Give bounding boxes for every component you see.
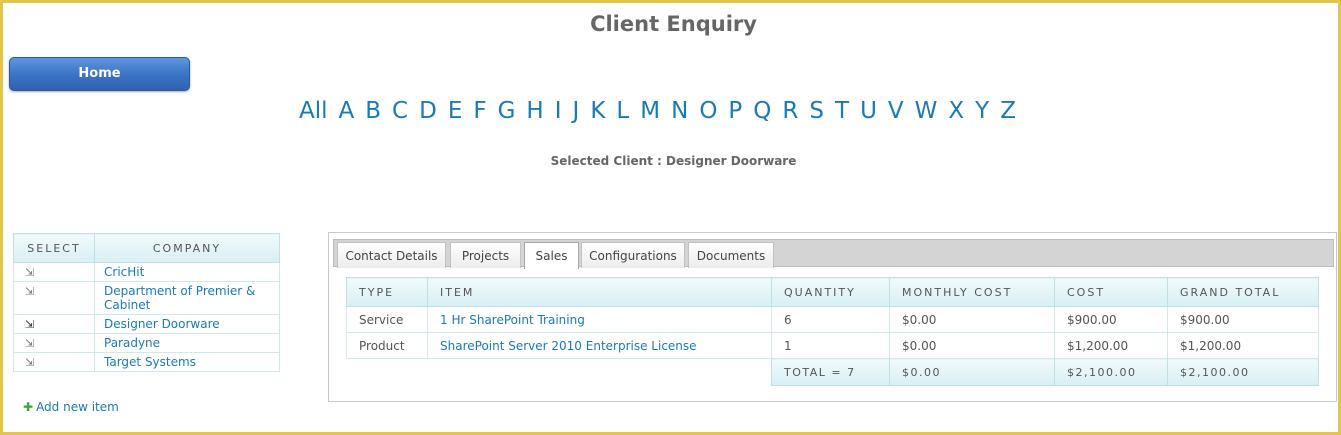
type-cell: Service bbox=[346, 306, 428, 333]
details-panel: Contact Details Projects Sales Configura… bbox=[328, 232, 1337, 402]
select-arrow-icon[interactable]: ⇲ bbox=[25, 318, 34, 331]
column-header-company: COMPANY bbox=[94, 233, 280, 263]
column-header-type: TYPE bbox=[346, 277, 428, 307]
select-cell[interactable]: ⇲ bbox=[13, 333, 95, 353]
select-cell[interactable]: ⇲ bbox=[13, 352, 95, 372]
client-table: SELECT COMPANY ⇲ CricHit ⇲ Department of… bbox=[13, 233, 280, 372]
company-link[interactable]: CricHit bbox=[94, 262, 280, 282]
alpha-filter-f[interactable]: F bbox=[473, 98, 486, 128]
total-cost: $2,100.00 bbox=[1054, 358, 1168, 386]
company-link[interactable]: Paradyne bbox=[94, 333, 280, 353]
home-button[interactable]: Home bbox=[9, 57, 190, 91]
alpha-filter-t[interactable]: T bbox=[835, 98, 849, 128]
column-header-quantity: QUANTITY bbox=[771, 277, 890, 307]
totals-blank bbox=[427, 358, 772, 386]
company-link[interactable]: Department of Premier & Cabinet bbox=[94, 281, 280, 315]
total-monthly-cost: $0.00 bbox=[889, 358, 1055, 386]
monthly-cost-cell: $0.00 bbox=[889, 332, 1055, 359]
alpha-filter-z[interactable]: Z bbox=[1000, 98, 1016, 128]
sales-table-header: TYPE ITEM QUANTITY MONTHLY COST COST GRA… bbox=[346, 277, 1319, 307]
alpha-filter-i[interactable]: I bbox=[555, 98, 562, 128]
table-row: ⇲ Paradyne bbox=[13, 333, 280, 353]
alpha-filter-a[interactable]: A bbox=[339, 98, 355, 128]
table-row: ⇲ Department of Premier & Cabinet bbox=[13, 281, 280, 315]
table-row: ⇲ Target Systems bbox=[13, 352, 280, 372]
alpha-filter-s[interactable]: S bbox=[809, 98, 824, 128]
select-arrow-icon[interactable]: ⇲ bbox=[25, 285, 34, 298]
alpha-filter-o[interactable]: O bbox=[699, 98, 717, 128]
alpha-filter-r[interactable]: R bbox=[782, 98, 798, 128]
total-quantity: TOTAL = 7 bbox=[771, 358, 890, 386]
select-cell[interactable]: ⇲ bbox=[13, 262, 95, 282]
tab-contact-details[interactable]: Contact Details bbox=[337, 242, 446, 268]
cost-cell: $1,200.00 bbox=[1054, 332, 1168, 359]
select-cell[interactable]: ⇲ bbox=[13, 281, 95, 315]
grand-total-cell: $900.00 bbox=[1167, 306, 1319, 333]
select-arrow-icon[interactable]: ⇲ bbox=[25, 337, 34, 350]
add-new-item-label: Add new item bbox=[36, 400, 119, 414]
tab-sales[interactable]: Sales bbox=[524, 242, 579, 269]
company-link[interactable]: Target Systems bbox=[94, 352, 280, 372]
alpha-filter-m[interactable]: M bbox=[640, 98, 660, 128]
type-cell: Product bbox=[346, 332, 428, 359]
table-row: ⇲ CricHit bbox=[13, 262, 280, 282]
alpha-filter-all[interactable]: All bbox=[299, 98, 328, 128]
total-grand-total: $2,100.00 bbox=[1167, 358, 1319, 386]
alpha-filter-v[interactable]: V bbox=[888, 98, 904, 128]
alpha-filter-j[interactable]: J bbox=[573, 98, 580, 128]
company-link[interactable]: Designer Doorware bbox=[94, 314, 280, 334]
totals-blank bbox=[346, 358, 428, 386]
alpha-filter-p[interactable]: P bbox=[728, 98, 742, 128]
column-header-grand-total: GRAND TOTAL bbox=[1167, 277, 1319, 307]
tab-documents[interactable]: Documents bbox=[688, 242, 774, 268]
alpha-filter-u[interactable]: U bbox=[860, 98, 877, 128]
column-header-select: SELECT bbox=[13, 233, 95, 263]
column-header-monthly-cost: MONTHLY COST bbox=[889, 277, 1055, 307]
alpha-filter-c[interactable]: C bbox=[392, 98, 408, 128]
column-header-item: ITEM bbox=[427, 277, 772, 307]
select-cell[interactable]: ⇲ bbox=[13, 314, 95, 334]
alphabet-filter: All A B C D E F G H I J K L M N O P Q R … bbox=[299, 98, 1016, 128]
page-frame: Client Enquiry Home All A B C D E F G H … bbox=[0, 0, 1341, 435]
alpha-filter-h[interactable]: H bbox=[526, 98, 543, 128]
alpha-filter-q[interactable]: Q bbox=[753, 98, 771, 128]
alpha-filter-x[interactable]: X bbox=[948, 98, 964, 128]
client-table-header: SELECT COMPANY bbox=[13, 233, 280, 263]
alpha-filter-g[interactable]: G bbox=[498, 98, 516, 128]
select-arrow-icon[interactable]: ⇲ bbox=[25, 356, 34, 369]
table-row: ⇲ Designer Doorware bbox=[13, 314, 280, 334]
page-title: Client Enquiry bbox=[590, 12, 757, 36]
selected-client-label: Selected Client : Designer Doorware bbox=[550, 154, 797, 168]
quantity-cell: 1 bbox=[771, 332, 890, 359]
alpha-filter-d[interactable]: D bbox=[419, 98, 437, 128]
alpha-filter-b[interactable]: B bbox=[365, 98, 381, 128]
tab-configurations[interactable]: Configurations bbox=[581, 242, 685, 268]
item-link[interactable]: SharePoint Server 2010 Enterprise Licens… bbox=[427, 332, 772, 359]
alpha-filter-y[interactable]: Y bbox=[975, 98, 989, 128]
quantity-cell: 6 bbox=[771, 306, 890, 333]
select-arrow-icon[interactable]: ⇲ bbox=[25, 266, 34, 279]
add-new-item-link[interactable]: ✚ Add new item bbox=[23, 400, 119, 414]
tab-projects[interactable]: Projects bbox=[450, 242, 521, 268]
alpha-filter-e[interactable]: E bbox=[448, 98, 463, 128]
alpha-filter-n[interactable]: N bbox=[671, 98, 688, 128]
tab-strip: Contact Details Projects Sales Configura… bbox=[333, 239, 1334, 269]
alpha-filter-w[interactable]: W bbox=[915, 98, 938, 128]
grand-total-cell: $1,200.00 bbox=[1167, 332, 1319, 359]
alpha-filter-k[interactable]: K bbox=[590, 98, 605, 128]
table-row: Service 1 Hr SharePoint Training 6 $0.00… bbox=[346, 306, 1319, 333]
column-header-cost: COST bbox=[1054, 277, 1168, 307]
item-link[interactable]: 1 Hr SharePoint Training bbox=[427, 306, 772, 333]
plus-icon: ✚ bbox=[23, 400, 34, 414]
sales-table: TYPE ITEM QUANTITY MONTHLY COST COST GRA… bbox=[346, 277, 1319, 386]
cost-cell: $900.00 bbox=[1054, 306, 1168, 333]
alpha-filter-l[interactable]: L bbox=[616, 98, 629, 128]
table-row: Product SharePoint Server 2010 Enterpris… bbox=[346, 332, 1319, 359]
totals-row: TOTAL = 7 $0.00 $2,100.00 $2,100.00 bbox=[346, 358, 1319, 386]
monthly-cost-cell: $0.00 bbox=[889, 306, 1055, 333]
